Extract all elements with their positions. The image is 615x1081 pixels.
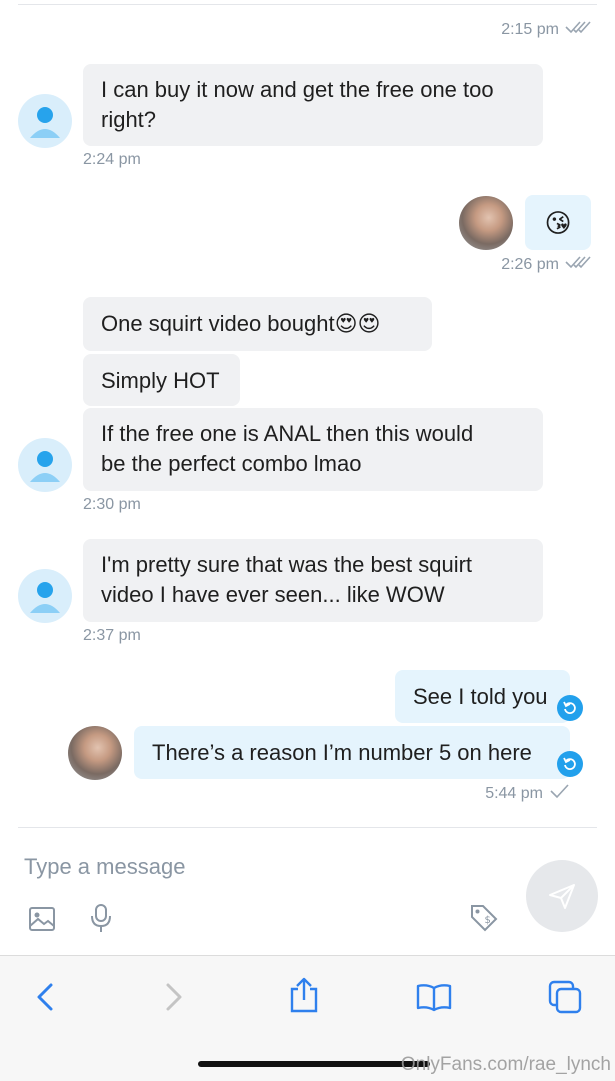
creator-avatar[interactable]	[459, 196, 513, 250]
user-avatar[interactable]	[18, 438, 72, 492]
incoming-message-bubble[interactable]: One squirt video bought😍😍	[83, 297, 432, 351]
message-timestamp: 2:15 pm	[501, 19, 591, 40]
incoming-message-bubble[interactable]: I can buy it now and get the free one to…	[83, 64, 543, 146]
user-avatar[interactable]	[18, 94, 72, 148]
chevron-left-icon	[37, 983, 53, 1011]
tabs-icon	[548, 980, 582, 1014]
image-icon[interactable]	[26, 904, 58, 934]
top-divider	[18, 4, 597, 5]
double-check-icon	[565, 19, 591, 40]
incoming-message-bubble[interactable]: Simply HOT	[83, 354, 240, 406]
paper-plane-icon	[549, 884, 575, 909]
book-icon	[416, 984, 452, 1012]
tabs-button[interactable]	[540, 972, 590, 1022]
home-indicator	[198, 1061, 430, 1067]
creator-avatar[interactable]	[68, 726, 122, 780]
forward-button[interactable]	[149, 972, 199, 1022]
message-timestamp: 2:37 pm	[83, 627, 141, 644]
message-timestamp: 2:26 pm	[501, 254, 591, 275]
retry-icon[interactable]	[557, 751, 583, 777]
microphone-icon[interactable]	[86, 902, 116, 934]
outgoing-message-bubble[interactable]: There’s a reason I’m number 5 on here	[134, 726, 570, 779]
message-timestamp: 5:44 pm	[485, 783, 569, 804]
share-icon	[290, 977, 318, 1013]
outgoing-message-bubble[interactable]: See I told you	[395, 670, 570, 723]
send-button[interactable]	[526, 860, 598, 932]
share-button[interactable]	[279, 970, 329, 1020]
incoming-message-bubble[interactable]: If the free one is ANAL then this would …	[83, 408, 543, 491]
bookmarks-button[interactable]	[409, 972, 459, 1022]
composer-divider	[18, 827, 597, 828]
price-tag-icon[interactable]: $	[468, 902, 500, 934]
back-button[interactable]	[20, 972, 70, 1022]
retry-icon[interactable]	[557, 695, 583, 721]
message-input[interactable]: Type a message	[24, 854, 185, 880]
user-avatar[interactable]	[18, 569, 72, 623]
timestamp-text: 2:26 pm	[501, 255, 559, 273]
outgoing-emoji-bubble[interactable]: 😘	[525, 195, 591, 250]
default-user-icon	[30, 107, 60, 138]
watermark: OnlyFans.com/rae_lynch	[400, 1054, 611, 1075]
default-user-icon	[30, 582, 60, 613]
default-user-icon	[30, 451, 60, 482]
check-icon	[549, 783, 569, 804]
double-check-icon	[565, 254, 591, 275]
timestamp-text: 2:15 pm	[501, 20, 559, 38]
message-timestamp: 2:30 pm	[83, 496, 141, 513]
svg-text:$: $	[485, 915, 491, 926]
incoming-message-bubble[interactable]: I'm pretty sure that was the best squirt…	[83, 539, 543, 622]
timestamp-text: 5:44 pm	[485, 784, 543, 802]
chevron-right-icon	[166, 983, 182, 1011]
message-timestamp: 2:24 pm	[83, 151, 141, 168]
